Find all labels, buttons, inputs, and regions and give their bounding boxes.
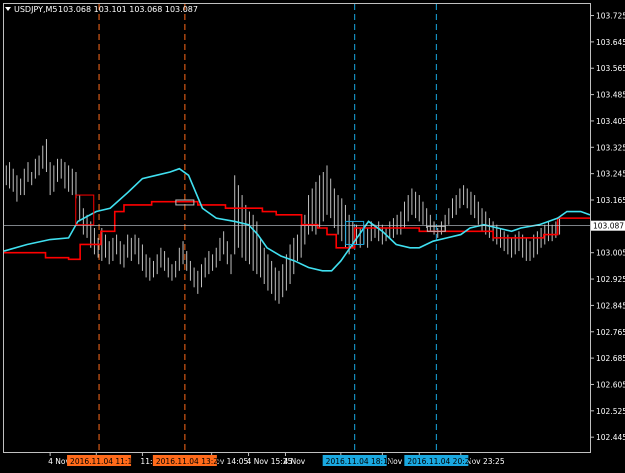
price-tick-label: 103.405 — [596, 117, 625, 126]
price-tick-label: 102.605 — [596, 380, 625, 389]
highlighted-time-label: 2016.11.04 20:20 — [407, 457, 474, 466]
price-tick-label: 102.685 — [596, 354, 625, 363]
price-tick-label: 102.845 — [596, 301, 625, 310]
time-tick-label: 4 Nov — [283, 457, 305, 466]
price-tick-label: 103.325 — [596, 143, 625, 152]
price-tick-label: 103.165 — [596, 196, 625, 205]
current-price-label: 103.087 — [593, 222, 624, 231]
price-tick-label: 102.445 — [596, 433, 625, 442]
highlighted-time-label: 2016.11.04 11:10 — [70, 457, 137, 466]
price-tick-label: 102.525 — [596, 407, 625, 416]
price-tick-label: 103.245 — [596, 170, 625, 179]
price-tick-label: 102.925 — [596, 275, 625, 284]
highlighted-time-label: 2016.11.04 18:10 — [326, 457, 393, 466]
symbol-label: USDJPY,M5 — [14, 5, 58, 14]
price-tick-label: 103.485 — [596, 91, 625, 100]
highlighted-time-label: 2016.11.04 13:20 — [156, 457, 223, 466]
price-tick-label: 103.565 — [596, 64, 625, 73]
price-tick-label: 102.765 — [596, 328, 625, 337]
price-tick-label: 103.725 — [596, 12, 625, 21]
price-tick-label: 103.005 — [596, 249, 625, 258]
price-tick-label: 103.645 — [596, 38, 625, 47]
chart-canvas[interactable]: 103.725 103.645 103.565 103.485 103.405 103.3… — [0, 0, 625, 469]
chart-background — [0, 0, 625, 469]
symbol-header[interactable]: USDJPY,M5 103.068 103.101 103.068 103.08… — [5, 5, 198, 14]
ohlc-values: 103.068 103.101 103.068 103.087 — [58, 5, 198, 14]
price-chart[interactable]: 103.725 103.645 103.565 103.485 103.405 103.3… — [0, 0, 625, 469]
